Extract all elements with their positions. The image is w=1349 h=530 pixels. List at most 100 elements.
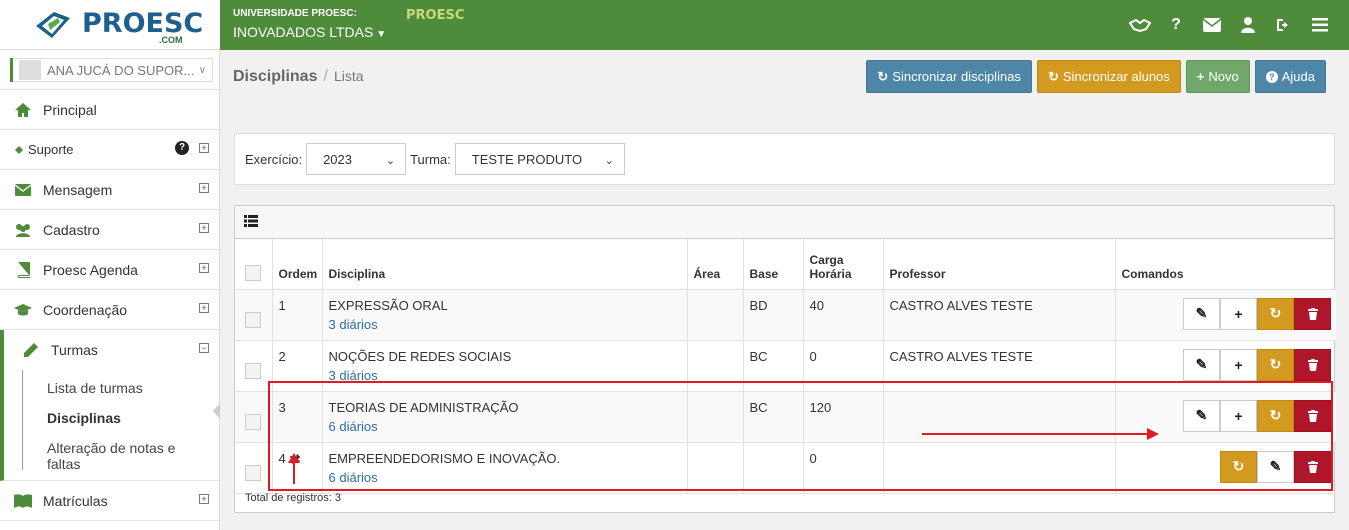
disciplina-name: NOÇÕES DE REDES SOCIAIS	[328, 348, 512, 364]
user-icon[interactable]	[1237, 14, 1259, 36]
row-checkbox[interactable]	[245, 362, 262, 379]
select-all-checkbox[interactable]	[245, 264, 262, 281]
submenu-item-disciplinas[interactable]: Disciplinas	[4, 400, 220, 430]
row-checkbox[interactable]	[245, 413, 262, 430]
row-checkbox[interactable]	[245, 464, 262, 481]
carga-cell: 40	[803, 289, 884, 341]
trash-icon[interactable]	[1294, 348, 1331, 381]
edit-icon[interactable]: ✎	[1257, 450, 1294, 483]
annotation-arrow-up	[288, 453, 300, 484]
submenu-item-alteracao-notas[interactable]: Alteração de notas e faltas	[4, 430, 219, 472]
chevron-down-icon: ▼	[376, 29, 387, 40]
user-selector[interactable]: ANA JUCÁ DO SUPOR... ∨	[0, 50, 219, 90]
expand-icon[interactable]: +	[199, 143, 209, 153]
menu-icon[interactable]	[1309, 14, 1331, 36]
plus-icon[interactable]: +	[1220, 348, 1257, 381]
trash-icon[interactable]	[1294, 399, 1331, 432]
sidebar-item-cadastro[interactable]: Cadastro +	[0, 210, 219, 250]
mini-logo: PROESC	[406, 8, 465, 23]
turmas-submenu: Lista de turmas Disciplinas Alteração de…	[0, 370, 220, 481]
sidebar-item-mensagem[interactable]: Mensagem +	[0, 170, 219, 210]
diarios-link[interactable]: 3 diários	[329, 368, 681, 383]
refresh-icon[interactable]: ↻	[1220, 450, 1257, 483]
turma-select[interactable]: TESTE PRODUTO ⌄	[454, 143, 625, 175]
carga-cell: 0	[803, 442, 884, 494]
col-disciplina[interactable]: Disciplina	[322, 239, 688, 290]
area-cell	[687, 442, 744, 494]
col-carga[interactable]: Carga Horária	[803, 239, 884, 290]
top-icons: ?	[1129, 14, 1331, 36]
sidebar-item-suporte[interactable]: Suporte ? +	[0, 130, 219, 170]
edit-icon[interactable]: ✎	[1183, 399, 1220, 432]
base-cell: BC	[743, 340, 804, 392]
disciplina-cell: EMPREENDEDORISMO E INOVAÇÃO. 6 diários	[322, 442, 688, 494]
envelope-icon	[14, 181, 32, 199]
sync-alunos-button[interactable]: ↻ Sincronizar alunos	[1036, 60, 1181, 93]
row-select-cell	[235, 340, 273, 392]
handshake-icon[interactable]	[1129, 14, 1151, 36]
col-area[interactable]: Área	[687, 239, 744, 290]
col-professor[interactable]: Professor	[883, 239, 1116, 290]
edit-icon[interactable]: ✎	[1183, 297, 1220, 330]
ticket-icon	[12, 141, 26, 159]
sidebar-item-proesc-agenda[interactable]: Proesc Agenda +	[0, 250, 219, 290]
sidebar-item-label: Mensagem	[43, 181, 113, 198]
button-label: Sincronizar alunos	[1062, 69, 1170, 84]
table-row: 1 EXPRESSÃO ORAL 3 diários BD 40 CASTRO A…	[235, 289, 1336, 341]
col-ordem[interactable]: Ordem	[272, 239, 323, 290]
refresh-icon[interactable]: ↻	[1257, 399, 1294, 432]
trash-icon[interactable]	[1294, 297, 1331, 330]
diarios-link[interactable]: 3 diários	[329, 317, 681, 332]
question-circle-icon[interactable]: ?	[175, 141, 189, 155]
plus-icon[interactable]: +	[1220, 399, 1257, 432]
plus-icon[interactable]: +	[1220, 297, 1257, 330]
refresh-icon[interactable]: ↻	[1257, 348, 1294, 381]
exercicio-select[interactable]: 2023 ⌄	[306, 143, 407, 175]
area-cell	[687, 289, 744, 341]
submenu-label: Lista de turmas	[47, 380, 143, 396]
expand-icon[interactable]: +	[199, 494, 209, 504]
sync-disciplinas-button[interactable]: ↻ Sincronizar disciplinas	[866, 60, 1032, 93]
ordem-cell: 3	[272, 391, 323, 443]
sidebar-item-principal[interactable]: Principal	[0, 90, 219, 130]
breadcrumb-separator: /	[323, 68, 328, 85]
sidebar-item-turmas[interactable]: Turmas −	[0, 330, 219, 370]
trash-icon[interactable]	[1294, 450, 1331, 483]
chevron-down-icon: ⌄	[385, 155, 396, 167]
disciplinas-grid: Ordem Disciplina Área Base Carga Horária …	[234, 205, 1336, 513]
org-name: INOVADADOS LTDAS	[233, 24, 374, 40]
submenu-item-lista-turmas[interactable]: Lista de turmas	[4, 370, 219, 400]
list-icon[interactable]	[244, 215, 258, 227]
expand-icon[interactable]: +	[199, 183, 209, 193]
expand-icon[interactable]: +	[199, 263, 209, 273]
col-base[interactable]: Base	[743, 239, 804, 290]
carga-cell: 0	[803, 340, 884, 392]
sidebar-item-coordenacao[interactable]: Coordenação +	[0, 290, 219, 330]
area-cell	[687, 391, 744, 443]
ordem-cell: 4 ⇄	[272, 442, 323, 494]
user-name: ANA JUCÁ DO SUPOR...	[47, 62, 195, 78]
edit-icon[interactable]: ✎	[1183, 348, 1220, 381]
novo-button[interactable]: + Novo	[1185, 60, 1250, 93]
avatar	[19, 60, 41, 80]
sidebar-item-matriculas[interactable]: Matrículas +	[0, 481, 219, 521]
disciplina-cell: NOÇÕES DE REDES SOCIAIS 3 diários	[322, 340, 688, 392]
refresh-icon[interactable]: ↻	[1257, 297, 1294, 330]
expand-icon[interactable]: +	[199, 223, 209, 233]
row-checkbox[interactable]	[245, 311, 262, 328]
button-label: Sincronizar disciplinas	[892, 69, 1021, 84]
envelope-icon[interactable]	[1201, 14, 1223, 36]
sign-out-icon[interactable]	[1273, 14, 1295, 36]
diarios-link[interactable]: 6 diários	[329, 419, 681, 434]
logo-area[interactable]: PROESC .COM	[0, 0, 220, 50]
ajuda-button[interactable]: ? Ajuda	[1254, 60, 1326, 93]
org-selector[interactable]: INOVADADOS LTDAS ▼	[233, 24, 386, 40]
row-select-cell	[235, 442, 273, 494]
submenu-label: Alteração de notas e faltas	[47, 440, 176, 472]
book-open-icon	[14, 492, 32, 510]
expand-icon[interactable]: +	[199, 303, 209, 313]
user-box[interactable]: ANA JUCÁ DO SUPOR... ∨	[13, 58, 213, 82]
diarios-link[interactable]: 6 diários	[329, 470, 681, 485]
help-icon[interactable]: ?	[1165, 14, 1187, 36]
collapse-icon[interactable]: −	[199, 343, 209, 353]
